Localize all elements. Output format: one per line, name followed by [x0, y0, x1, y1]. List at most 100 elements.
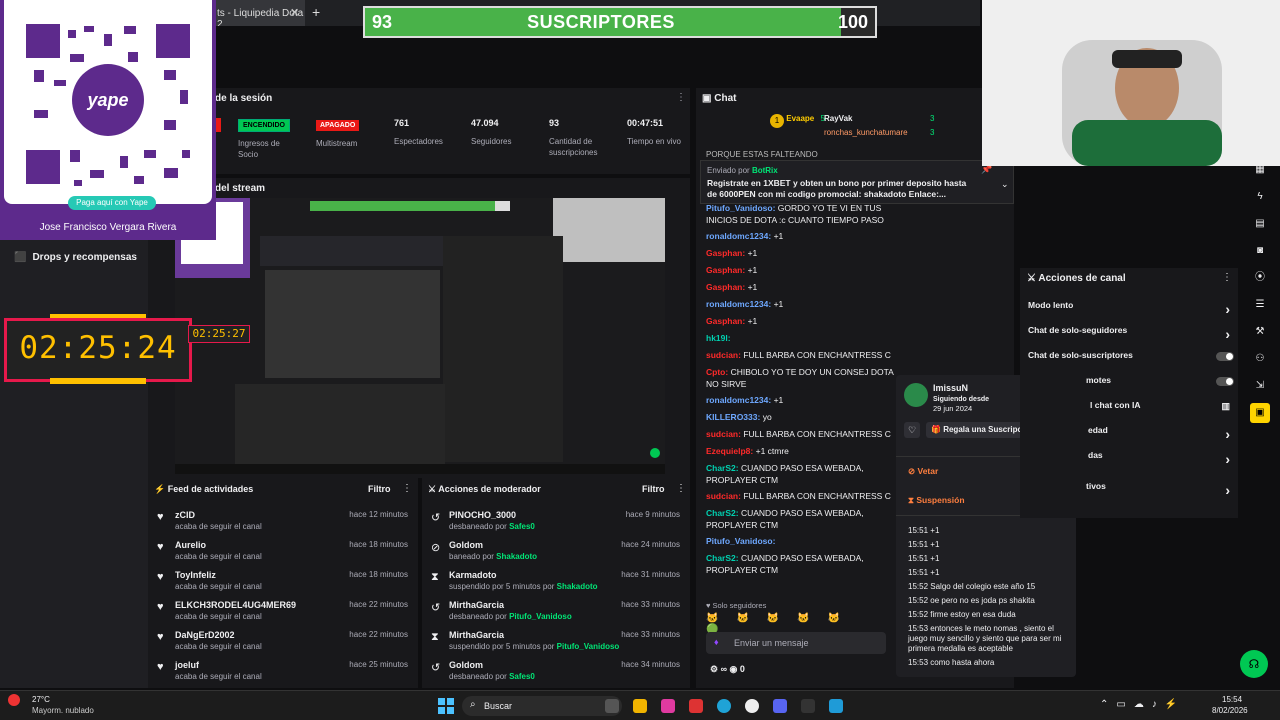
list-item[interactable]: ♥ Aurelio acaba de seguir el canal hace 18 …	[148, 538, 418, 568]
chat-user[interactable]: Gasphan:	[706, 282, 745, 292]
chat-message[interactable]: hk19l:	[696, 332, 896, 349]
leaderboard[interactable]: 1 Evaape 5	[770, 114, 825, 128]
list-item[interactable]: ♥ DaNgErD2002 acaba de seguir el canal hace…	[148, 628, 418, 658]
notepad-icon[interactable]	[829, 699, 843, 713]
new-tab-icon[interactable]: +	[312, 4, 320, 20]
chat-message[interactable]: Gasphan: +1	[696, 315, 896, 332]
chat-user[interactable]: Cpto:	[706, 367, 728, 377]
pinned-message[interactable]: Enviado por BotRix 📌 ⌄ Registrate en 1XB…	[700, 160, 1014, 204]
users-icon[interactable]: ⚇	[1250, 349, 1270, 369]
app-icon[interactable]	[689, 699, 703, 713]
weather-icon[interactable]	[8, 694, 20, 706]
action-followers-only[interactable]: Chat de solo-seguidores ›	[1028, 325, 1236, 350]
list-item[interactable]: ♥ joeluf acaba de seguir el canal hace 25 m…	[148, 658, 418, 688]
document-icon[interactable]: ▤	[1250, 214, 1270, 234]
list-item[interactable]: ♥ zCID acaba de seguir el canal hace 12 min…	[148, 508, 418, 538]
action-subs-only[interactable]: Chat de solo-suscriptores	[1028, 350, 1236, 375]
chevron-down-icon[interactable]: ⌄	[1001, 179, 1009, 190]
explorer-icon[interactable]	[633, 699, 647, 713]
feed-menu-icon[interactable]: ⋮	[402, 483, 412, 494]
chat-user[interactable]: sudcian:	[706, 350, 741, 360]
windows-start-icon[interactable]	[438, 698, 454, 714]
chat-user[interactable]: ronaldomc1234:	[706, 299, 771, 309]
obs-icon[interactable]	[801, 699, 815, 713]
chat-message[interactable]: sudcian: FULL BARBA CON ENCHANTRESS C	[696, 428, 896, 445]
yape-pay-button[interactable]: Paga aquí con Yape	[68, 196, 156, 210]
list-item[interactable]: ⧗ Karmadoto suspendido por 5 minutos por S…	[422, 568, 690, 598]
chart-icon[interactable]: ⇲	[1250, 376, 1270, 396]
feed-filter-button[interactable]: Filtro	[368, 484, 391, 494]
chat-message[interactable]: CharS2: CUANDO PASO ESA WEBADA, PROPLAYE…	[696, 507, 896, 535]
taskbar-search[interactable]: ⌕ Buscar	[462, 696, 622, 716]
mod-menu-icon[interactable]: ⋮	[676, 483, 686, 494]
list-icon[interactable]: ☰	[1250, 295, 1270, 315]
calendar-icon[interactable]: ▣	[1250, 403, 1270, 423]
action-emotes[interactable]: motes	[1028, 375, 1236, 400]
edge-icon[interactable]	[717, 699, 731, 713]
channel-actions-menu-icon[interactable]: ⋮	[1222, 272, 1232, 283]
list-item[interactable]: ♥ ELKCH3RODEL4UG4MER69 acaba de seguir el …	[148, 598, 418, 628]
list-item[interactable]: ↺ Goldom desbaneado por Safes0 hace 34 minu…	[422, 658, 690, 688]
settings-icon[interactable]: ⚙	[710, 664, 718, 674]
chat-message[interactable]: ronaldomc1234: +1	[696, 298, 896, 315]
chat-user[interactable]: Pitufo_Vanidoso:	[706, 203, 775, 213]
follow-heart-button[interactable]: ♡	[904, 422, 920, 438]
session-menu-icon[interactable]: ⋮	[676, 92, 686, 103]
taskview-icon[interactable]	[605, 699, 619, 713]
chat-message[interactable]: Gasphan: +1	[696, 264, 896, 281]
chat-user[interactable]: ronaldomc1234:	[706, 231, 771, 241]
action-slow-mode[interactable]: Modo lento ›	[1028, 300, 1236, 325]
action-das[interactable]: das ›	[1028, 450, 1236, 475]
chat-message[interactable]: Pitufo_Vanidoso: GORDO YO TE VI EN TUS I…	[696, 202, 896, 230]
chat-user[interactable]: CharS2:	[706, 508, 739, 518]
sidebar-item-drops[interactable]: ⬛ Drops y recompensas	[14, 252, 137, 263]
chat-message[interactable]: sudcian: FULL BARBA CON ENCHANTRESS C	[696, 349, 896, 366]
discord-icon[interactable]	[773, 699, 787, 713]
chat-user[interactable]: sudcian:	[706, 491, 741, 501]
action-ai-chat[interactable]: l chat con IA ▥	[1028, 400, 1236, 425]
weather-desc[interactable]: Mayorm. nublado	[32, 706, 94, 715]
chat-input[interactable]: ♦ Enviar un mensaje	[706, 632, 886, 654]
chat-user[interactable]: Gasphan:	[706, 265, 745, 275]
chat-message[interactable]: KILLERO333: yo	[696, 411, 896, 428]
ban-row[interactable]: ⊘ Vetar	[908, 466, 938, 477]
chat-user[interactable]: Pitufo_Vanidoso:	[706, 536, 775, 546]
emotes-toggle[interactable]	[1216, 377, 1234, 386]
chat-message[interactable]: Gasphan: +1	[696, 247, 896, 264]
clock-time[interactable]: 15:54	[1222, 695, 1242, 704]
action-tivos[interactable]: tivos ›	[1028, 481, 1236, 506]
subs-only-toggle[interactable]	[1216, 352, 1234, 361]
chat-message[interactable]: sudcian: FULL BARBA CON ENCHANTRESS C	[696, 490, 896, 507]
list-item[interactable]: ⧗ MirthaGarcia suspendido por 5 minutos po…	[422, 628, 690, 658]
tray-icons[interactable]: ⌃▭☁♪⚡	[1100, 699, 1185, 710]
list-item[interactable]: ⊘ Goldom baneado por Shakadoto hace 24 minu…	[422, 538, 690, 568]
wrench-icon[interactable]: ⚒	[1250, 322, 1270, 342]
photos-icon[interactable]	[661, 699, 675, 713]
chat-message[interactable]: Gasphan: +1	[696, 281, 896, 298]
chat-message[interactable]: Pitufo_Vanidoso:	[696, 535, 896, 552]
list-item[interactable]: ↺ MirthaGarcia desbaneado por Pitufo_Vanid…	[422, 598, 690, 628]
close-tab-icon[interactable]: ✕	[290, 6, 299, 19]
bolt-icon[interactable]: ϟ	[1250, 187, 1270, 207]
broadcast-icon[interactable]: ⦿	[1250, 268, 1270, 288]
clock-date[interactable]: 8/02/2026	[1212, 706, 1248, 715]
chrome-icon[interactable]	[745, 699, 759, 713]
timeout-row[interactable]: ⧗ Suspensión	[908, 495, 965, 506]
chat-message[interactable]: ronaldomc1234: +1	[696, 394, 896, 411]
help-button[interactable]: ☊	[1240, 650, 1268, 678]
chat-user[interactable]: sudcian:	[706, 429, 741, 439]
chat-message[interactable]: CharS2: CUANDO PASO ESA WEBADA, PROPLAYE…	[696, 552, 896, 580]
chat-message[interactable]: Ezequielp8: +1 ctmre	[696, 445, 896, 462]
chat-user[interactable]: Ezequielp8:	[706, 446, 753, 456]
chat-user[interactable]: hk19l:	[706, 333, 731, 343]
chat-user[interactable]: ronaldomc1234:	[706, 395, 771, 405]
usercard-name[interactable]: ImissuN	[933, 383, 968, 393]
chat-user[interactable]: KILLERO333:	[706, 412, 760, 422]
chat-user[interactable]: Gasphan:	[706, 316, 745, 326]
list-item[interactable]: ♥ ToyInfeliz acaba de seguir el canal hace …	[148, 568, 418, 598]
chat-user[interactable]: CharS2:	[706, 463, 739, 473]
weather-temp[interactable]: 27°C	[32, 695, 50, 704]
chat-message[interactable]: Cpto: CHIBOLO YO TE DOY UN CONSEJ DOTA N…	[696, 366, 896, 394]
emote-bar[interactable]: 🐱🐱🐱🐱🐱🟢	[706, 613, 886, 635]
action-age[interactable]: edad ›	[1028, 425, 1236, 450]
